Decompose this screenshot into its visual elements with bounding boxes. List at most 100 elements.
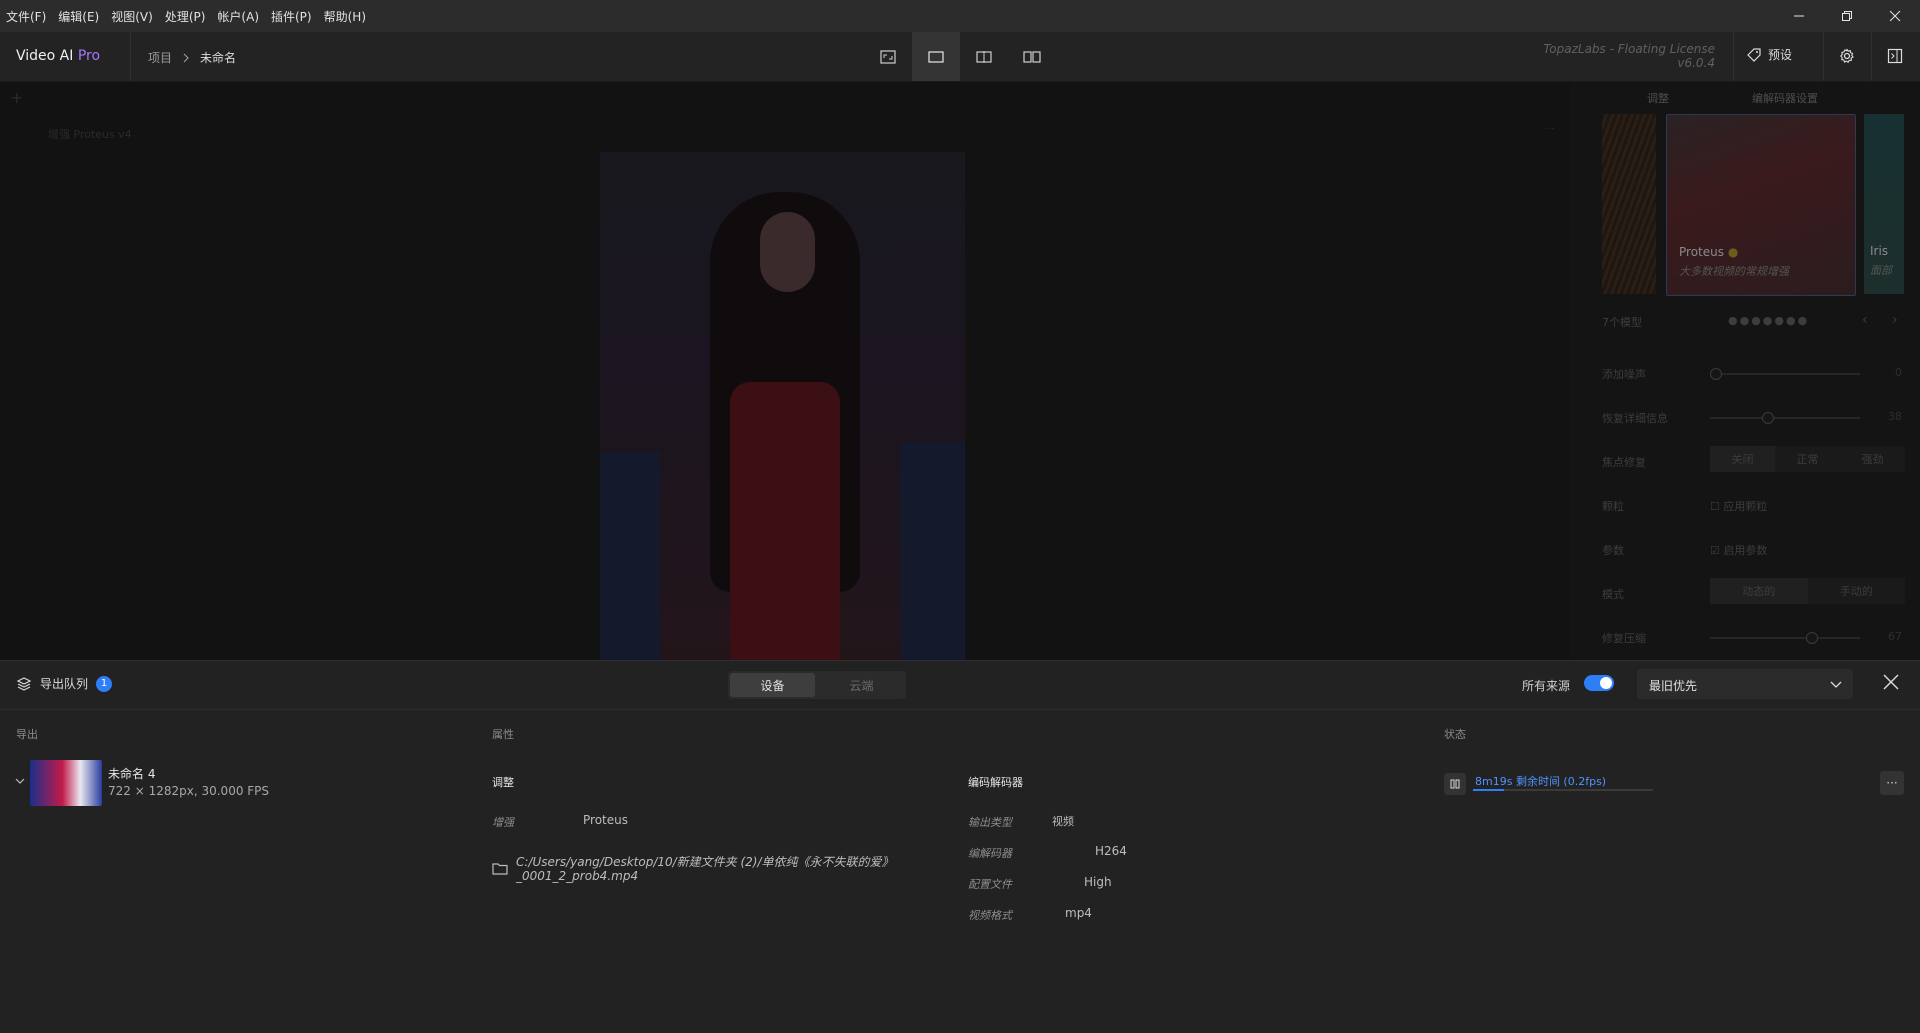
split-view-icon bbox=[976, 50, 992, 63]
enhance-label: 增强 bbox=[492, 816, 514, 829]
col-export: 导出 bbox=[16, 728, 38, 741]
pause-icon bbox=[1450, 779, 1460, 789]
app-version: v6.0.4 bbox=[1677, 56, 1715, 70]
noise-label: 添加噪声 bbox=[1602, 368, 1646, 381]
col-attributes: 属性 bbox=[492, 728, 514, 741]
slider-knob[interactable] bbox=[1709, 368, 1722, 380]
video-subject bbox=[730, 382, 840, 672]
tab-device[interactable]: 设备 bbox=[730, 673, 815, 697]
col-status: 状态 bbox=[1444, 728, 1466, 741]
menu-plugins[interactable]: 插件(P) bbox=[271, 8, 312, 25]
view-split-button[interactable] bbox=[960, 32, 1008, 81]
params-label: 参数 bbox=[1602, 544, 1624, 557]
focus-strong[interactable]: 强劲 bbox=[1840, 446, 1905, 472]
slider-knob[interactable] bbox=[1762, 412, 1774, 424]
layers-icon bbox=[16, 676, 32, 691]
sort-dropdown[interactable]: 最旧优先 bbox=[1637, 669, 1853, 699]
pause-button[interactable] bbox=[1444, 773, 1466, 795]
preset-label: 预设 bbox=[1768, 48, 1793, 62]
adjust-title: 调整 bbox=[492, 776, 514, 789]
restore-icon bbox=[1842, 11, 1852, 21]
view-side-by-side-button[interactable] bbox=[1008, 32, 1056, 81]
breadcrumb-root[interactable]: 项目 bbox=[148, 49, 172, 66]
preset-button[interactable]: 预设 bbox=[1746, 46, 1792, 63]
focus-normal[interactable]: 正常 bbox=[1775, 446, 1840, 472]
mode-manual[interactable]: 手动的 bbox=[1808, 578, 1906, 604]
all-sources-toggle[interactable] bbox=[1584, 675, 1614, 691]
view-fit-button[interactable] bbox=[864, 32, 912, 81]
output-type-value: 视频 bbox=[1052, 815, 1074, 828]
export-queue-panel: 导出队列 1 设备 云端 所有来源 最旧优先 导出 属性 状态 未命名 4 72… bbox=[0, 660, 1920, 1033]
menu-process[interactable]: 处理(P) bbox=[165, 8, 206, 25]
model-name: Proteus ● bbox=[1679, 245, 1739, 259]
compression-slider[interactable] bbox=[1710, 632, 1860, 644]
slider-knob[interactable] bbox=[1805, 632, 1818, 644]
compression-label: 修复压缩 bbox=[1602, 632, 1646, 645]
close-window-button[interactable] bbox=[1871, 0, 1919, 32]
progress-bar bbox=[1473, 789, 1653, 791]
menu-file[interactable]: 文件(F) bbox=[6, 8, 46, 25]
model-thumb-prev[interactable] bbox=[1602, 114, 1656, 294]
menu-account[interactable]: 帐户(A) bbox=[217, 8, 259, 25]
gear-icon bbox=[1840, 48, 1854, 64]
model-name: Iris bbox=[1870, 244, 1889, 258]
tab-adjust[interactable]: 调整 bbox=[1647, 90, 1669, 106]
tab-cloud[interactable]: 云端 bbox=[819, 673, 904, 697]
profile-label: 配置文件 bbox=[968, 878, 1012, 891]
close-queue-icon[interactable] bbox=[1882, 673, 1900, 691]
more-icon: ··· bbox=[1544, 122, 1555, 135]
mode-segmented[interactable]: 动态的 手动的 bbox=[1710, 578, 1905, 604]
badge-icon: ● bbox=[1727, 245, 1739, 259]
license-name: TopazLabs - Floating License bbox=[1543, 42, 1715, 56]
video-frame[interactable] bbox=[600, 152, 965, 672]
focus-off[interactable]: 关闭 bbox=[1710, 446, 1775, 472]
brand-tier: Pro bbox=[77, 48, 101, 64]
minimize-button[interactable] bbox=[1775, 0, 1823, 32]
carousel-dots[interactable]: ●●●●●●● bbox=[1728, 314, 1809, 327]
focus-label: 焦点修复 bbox=[1602, 456, 1646, 469]
menu-edit[interactable]: 编辑(E) bbox=[58, 8, 99, 25]
format-value: mp4 bbox=[1065, 906, 1092, 920]
menu-view[interactable]: 视图(V) bbox=[111, 8, 153, 25]
chevron-down-icon[interactable] bbox=[14, 775, 26, 787]
item-thumbnail bbox=[30, 760, 102, 806]
more-icon: ··· bbox=[1886, 776, 1898, 790]
license-info: TopazLabs - Floating License v6.0.4 bbox=[1543, 42, 1715, 70]
queue-title: 导出队列 1 bbox=[16, 675, 113, 692]
more-options-button[interactable]: ··· bbox=[1880, 771, 1904, 795]
view-single-button[interactable] bbox=[912, 32, 960, 81]
toggle-panel-button[interactable] bbox=[1883, 44, 1907, 68]
menu-help[interactable]: 帮助(H) bbox=[324, 8, 366, 25]
codec-label: 编解码器 bbox=[968, 847, 1012, 860]
params-checkbox[interactable]: ☑ 启用参数 bbox=[1710, 542, 1767, 558]
video-background bbox=[600, 452, 660, 672]
queue-divider bbox=[0, 709, 1920, 710]
focus-segmented[interactable]: 关闭 正常 强劲 bbox=[1710, 446, 1905, 472]
model-desc: 大多数视频的常规增强 bbox=[1679, 265, 1789, 278]
restore-button[interactable] bbox=[1823, 0, 1871, 32]
model-thumb-iris[interactable]: Iris 面部 bbox=[1864, 114, 1904, 294]
detail-slider[interactable] bbox=[1710, 412, 1860, 424]
header-divider bbox=[1733, 32, 1734, 81]
model-thumb-proteus[interactable]: Proteus ● 大多数视频的常规增强 bbox=[1666, 114, 1856, 296]
brand-logo: Video AI Pro bbox=[16, 48, 100, 64]
settings-panel: 调整 编解码器设置 Proteus ● 大多数视频的常规增强 Iris 面部 7… bbox=[1570, 82, 1920, 660]
tab-codec-settings[interactable]: 编解码器设置 bbox=[1752, 90, 1818, 106]
chevron-left-icon[interactable]: ‹ bbox=[1862, 312, 1868, 328]
grain-checkbox[interactable]: ☐ 应用颗粒 bbox=[1710, 498, 1767, 514]
chevron-right-icon[interactable]: › bbox=[1892, 312, 1898, 328]
header-divider bbox=[1823, 32, 1824, 81]
output-type-label: 输出类型 bbox=[968, 816, 1012, 829]
breadcrumb-current: 未命名 bbox=[200, 51, 237, 65]
item-name: 未命名 4 bbox=[108, 767, 156, 781]
settings-button[interactable] bbox=[1835, 44, 1859, 68]
profile-value: High bbox=[1084, 875, 1112, 889]
folder-icon[interactable] bbox=[492, 861, 508, 875]
noise-slider[interactable] bbox=[1709, 368, 1860, 380]
mode-dynamic[interactable]: 动态的 bbox=[1710, 578, 1808, 604]
preview-area[interactable]: + 增强 Proteus v4 ··· bbox=[0, 82, 1570, 672]
enhance-value: Proteus bbox=[583, 813, 628, 827]
noise-value: 0 bbox=[1895, 366, 1902, 379]
output-path[interactable]: C:/Users/yang/Desktop/10/新建文件夹 (2)/单依纯《永… bbox=[516, 855, 916, 883]
queue-location-tabs: 设备 云端 bbox=[728, 671, 906, 699]
